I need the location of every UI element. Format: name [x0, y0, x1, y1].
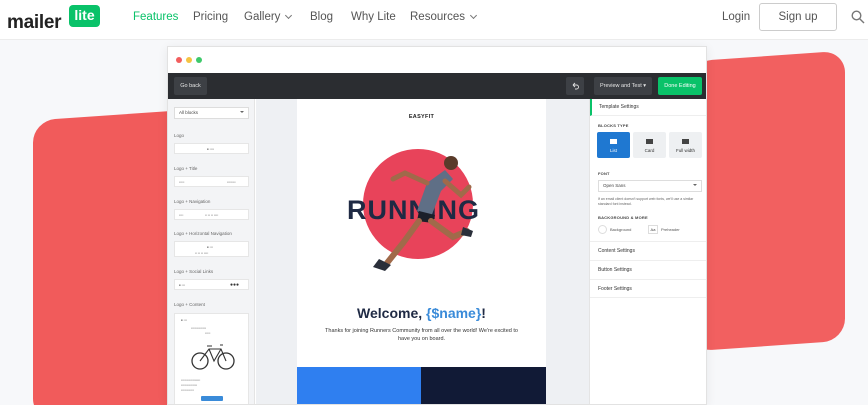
preheader-label: Preheader [661, 227, 680, 232]
editor-window: Go back Preview and Test ▾ Done Editing … [167, 46, 707, 405]
editor-toolbar: Go back Preview and Test ▾ Done Editing [168, 73, 706, 99]
blocks-type-label: BLOCKS TYPE [598, 123, 629, 128]
welcome-heading: Welcome, {$name}! [297, 305, 546, 321]
block-logo-horizontal-navigation[interactable]: ■ ▪▪▪ ▪▪ ▪▪ ▪▪ ▪▪▪▪ [174, 241, 249, 257]
block-group-title: Logo + Title [174, 166, 198, 171]
bicycle-image [191, 344, 235, 370]
top-nav: mailer lite Features Pricing Gallery Blo… [0, 0, 868, 40]
block-logo-social-links[interactable]: ■ ▪▪▪ ●●● [174, 279, 249, 290]
block-type-list-label: List [609, 148, 617, 153]
block-group-title: Logo + Social Links [174, 269, 214, 274]
login-link[interactable]: Login [722, 11, 750, 23]
background-more-label: BACKGROUND & MORE [598, 215, 648, 220]
welcome-suffix: ! [481, 305, 486, 321]
block-group-title: Logo + Content [174, 302, 205, 307]
blocks-filter-value: All blocks [179, 110, 199, 115]
preview-label: Preview and Test [599, 83, 642, 89]
block-type-full-width-label: Full width [675, 148, 695, 153]
block-logo-navigation[interactable]: ▪▪▪▪ ▪▪ ▪▪ ▪▪ ▪▪▪▪ [174, 209, 249, 220]
block-group-title: Logo [174, 133, 185, 138]
chevron-down-icon: ▾ [643, 83, 647, 89]
chevron-down-icon [285, 11, 293, 20]
window-minimize-dot [186, 57, 192, 63]
logo-badge: lite [69, 5, 100, 27]
block-type-card-label: Card [644, 148, 655, 153]
block-group-title: Logo + Horizontal Navigation [174, 231, 232, 236]
social-dots: ●●● [230, 282, 240, 288]
nav-resources[interactable]: Resources [410, 11, 478, 23]
block-logo-title[interactable]: ▪▪▪▪▪ ▪▪▪▪▪▪▪▪ [174, 176, 249, 187]
footer-settings-row[interactable]: Footer Settings [590, 279, 706, 298]
nav-gallery-label: Gallery [244, 11, 281, 23]
nav-resources-label: Resources [410, 11, 465, 23]
content-block-cta [201, 396, 223, 401]
preheader-text-icon[interactable]: Aa [648, 225, 658, 234]
nav-blog[interactable]: Blog [310, 11, 333, 23]
block-group-title: Logo + Navigation [174, 199, 211, 204]
block-type-full-width[interactable]: Full width [669, 132, 702, 158]
background-color-swatch[interactable] [598, 225, 607, 234]
chevron-down-icon [693, 184, 697, 186]
runner-image [373, 156, 473, 271]
done-editing-button[interactable]: Done Editing [658, 77, 702, 95]
content-settings-row[interactable]: Content Settings [590, 241, 706, 260]
settings-panel: Template Settings BLOCKS TYPE List Card … [589, 99, 706, 404]
font-label: FONT [598, 171, 610, 176]
search-icon[interactable] [851, 10, 865, 24]
nav-gallery[interactable]: Gallery [244, 11, 293, 23]
decorative-red-shape-right [690, 50, 845, 352]
background-label: Background [610, 227, 632, 232]
list-icon [610, 139, 617, 144]
full-width-icon [682, 139, 689, 144]
nav-pricing[interactable]: Pricing [193, 11, 228, 23]
blocks-filter-select[interactable]: All blocks [174, 107, 249, 119]
undo-icon [572, 82, 579, 90]
welcome-subtext: Thanks for joining Runners Community fro… [325, 328, 518, 342]
preview-test-button[interactable]: Preview and Test ▾ [594, 77, 652, 95]
nav-why-lite[interactable]: Why Lite [351, 11, 396, 23]
template-settings-header[interactable]: Template Settings [590, 99, 706, 116]
font-note: If an email client doesn't support web f… [598, 197, 694, 206]
font-select[interactable]: Open Sans [598, 180, 702, 192]
block-logo-content[interactable]: ■ ▪▪▪ ▪▪▪▪▪▪▪▪▪▪▪▪▪▪ ▪▪▪▪▪ ▪▪▪▪▪▪▪▪▪▪▪▪▪… [174, 313, 249, 404]
email-footer-blue [297, 367, 421, 404]
block-type-list[interactable]: List [597, 132, 630, 158]
window-titlebar [168, 47, 706, 73]
window-maximize-dot [196, 57, 202, 63]
font-select-value: Open Sans [603, 183, 626, 188]
blocks-panel: All blocks Logo ■ ▪▪▪▪ Logo + Title ▪▪▪▪… [168, 99, 255, 404]
welcome-prefix: Welcome, [357, 305, 427, 321]
chevron-down-icon [469, 11, 478, 20]
button-settings-row[interactable]: Button Settings [590, 260, 706, 279]
nav-features[interactable]: Features [133, 11, 178, 23]
signup-button[interactable]: Sign up [759, 3, 837, 31]
logo-text: mailer [7, 12, 62, 33]
block-type-card[interactable]: Card [633, 132, 666, 158]
go-back-button[interactable]: Go back [174, 77, 207, 95]
card-icon [646, 139, 653, 144]
block-logo[interactable]: ■ ▪▪▪▪ [174, 143, 249, 154]
chevron-down-icon [240, 111, 244, 113]
email-preview[interactable]: EASYFIT RUNNING Welcome, {$name}! Thanks… [297, 99, 546, 404]
window-close-dot [176, 57, 182, 63]
email-brand: EASYFIT [408, 114, 435, 120]
undo-button[interactable] [566, 77, 584, 95]
welcome-variable: {$name} [426, 305, 482, 321]
email-footer-dark [421, 367, 546, 404]
